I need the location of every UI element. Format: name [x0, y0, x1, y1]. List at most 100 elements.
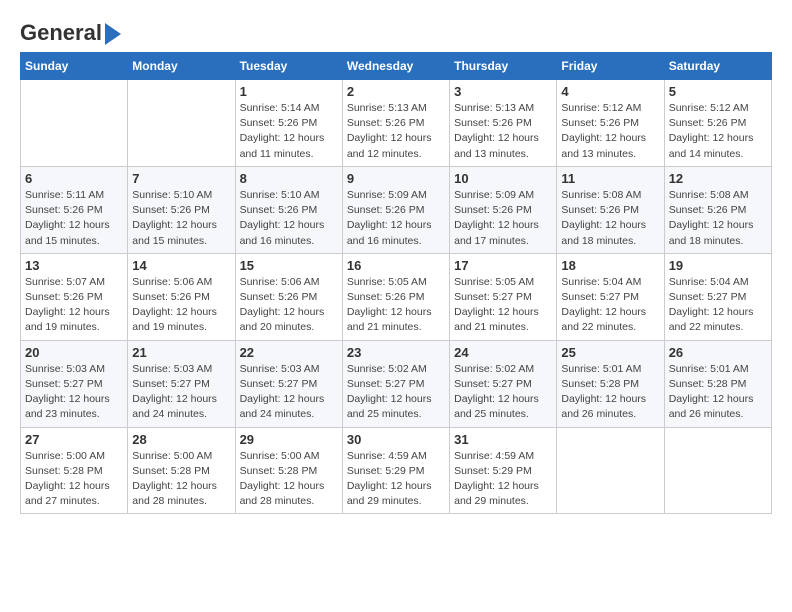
day-number: 27 — [25, 432, 123, 447]
day-cell-21: 21 Sunrise: 5:03 AM Sunset: 5:27 PM Dayli… — [128, 340, 235, 427]
weekday-header-monday: Monday — [128, 53, 235, 80]
day-number: 9 — [347, 171, 445, 186]
day-info: Sunrise: 5:05 AM Sunset: 5:27 PM Dayligh… — [454, 275, 552, 336]
day-cell-16: 16 Sunrise: 5:05 AM Sunset: 5:26 PM Dayli… — [342, 253, 449, 340]
day-number: 26 — [669, 345, 767, 360]
day-info: Sunrise: 5:03 AM Sunset: 5:27 PM Dayligh… — [25, 362, 123, 423]
weekday-header-thursday: Thursday — [450, 53, 557, 80]
weekday-header-saturday: Saturday — [664, 53, 771, 80]
day-cell-23: 23 Sunrise: 5:02 AM Sunset: 5:27 PM Dayli… — [342, 340, 449, 427]
day-number: 24 — [454, 345, 552, 360]
day-info: Sunrise: 5:02 AM Sunset: 5:27 PM Dayligh… — [347, 362, 445, 423]
day-cell-13: 13 Sunrise: 5:07 AM Sunset: 5:26 PM Dayli… — [21, 253, 128, 340]
day-info: Sunrise: 5:01 AM Sunset: 5:28 PM Dayligh… — [561, 362, 659, 423]
week-row-2: 6 Sunrise: 5:11 AM Sunset: 5:26 PM Daylig… — [21, 166, 772, 253]
logo-arrow-icon — [105, 23, 121, 45]
empty-cell — [557, 427, 664, 514]
calendar: SundayMondayTuesdayWednesdayThursdayFrid… — [20, 52, 772, 514]
empty-cell — [128, 80, 235, 167]
day-number: 19 — [669, 258, 767, 273]
day-number: 5 — [669, 84, 767, 99]
day-info: Sunrise: 5:13 AM Sunset: 5:26 PM Dayligh… — [454, 101, 552, 162]
logo-general-text: General — [20, 20, 102, 46]
day-info: Sunrise: 5:10 AM Sunset: 5:26 PM Dayligh… — [132, 188, 230, 249]
day-cell-30: 30Sunrise: 4:59 AM Sunset: 5:29 PM Dayli… — [342, 427, 449, 514]
day-number: 2 — [347, 84, 445, 99]
day-cell-7: 7Sunrise: 5:10 AM Sunset: 5:26 PM Daylig… — [128, 166, 235, 253]
day-info: Sunrise: 5:08 AM Sunset: 5:26 PM Dayligh… — [669, 188, 767, 249]
logo: General — [20, 20, 121, 42]
day-number: 29 — [240, 432, 338, 447]
day-cell-1: 1 Sunrise: 5:14 AM Sunset: 5:26 PM Daylig… — [235, 80, 342, 167]
weekday-header-tuesday: Tuesday — [235, 53, 342, 80]
day-info: Sunrise: 5:06 AM Sunset: 5:26 PM Dayligh… — [240, 275, 338, 336]
weekday-header-sunday: Sunday — [21, 53, 128, 80]
weekday-header-row: SundayMondayTuesdayWednesdayThursdayFrid… — [21, 53, 772, 80]
week-row-3: 13 Sunrise: 5:07 AM Sunset: 5:26 PM Dayli… — [21, 253, 772, 340]
day-cell-6: 6 Sunrise: 5:11 AM Sunset: 5:26 PM Daylig… — [21, 166, 128, 253]
day-info: Sunrise: 5:04 AM Sunset: 5:27 PM Dayligh… — [561, 275, 659, 336]
day-number: 10 — [454, 171, 552, 186]
weekday-header-wednesday: Wednesday — [342, 53, 449, 80]
day-info: Sunrise: 4:59 AM Sunset: 5:29 PM Dayligh… — [347, 449, 445, 510]
day-cell-2: 2 Sunrise: 5:13 AM Sunset: 5:26 PM Daylig… — [342, 80, 449, 167]
header: General — [20, 20, 772, 42]
day-info: Sunrise: 5:00 AM Sunset: 5:28 PM Dayligh… — [240, 449, 338, 510]
day-cell-11: 11 Sunrise: 5:08 AM Sunset: 5:26 PM Dayli… — [557, 166, 664, 253]
day-info: Sunrise: 5:09 AM Sunset: 5:26 PM Dayligh… — [347, 188, 445, 249]
day-cell-14: 14Sunrise: 5:06 AM Sunset: 5:26 PM Dayli… — [128, 253, 235, 340]
day-number: 13 — [25, 258, 123, 273]
day-cell-12: 12 Sunrise: 5:08 AM Sunset: 5:26 PM Dayli… — [664, 166, 771, 253]
day-cell-9: 9 Sunrise: 5:09 AM Sunset: 5:26 PM Daylig… — [342, 166, 449, 253]
day-cell-20: 20 Sunrise: 5:03 AM Sunset: 5:27 PM Dayli… — [21, 340, 128, 427]
day-number: 22 — [240, 345, 338, 360]
day-cell-28: 28 Sunrise: 5:00 AM Sunset: 5:28 PM Dayli… — [128, 427, 235, 514]
day-number: 23 — [347, 345, 445, 360]
day-info: Sunrise: 5:00 AM Sunset: 5:28 PM Dayligh… — [132, 449, 230, 510]
day-number: 4 — [561, 84, 659, 99]
day-cell-3: 3 Sunrise: 5:13 AM Sunset: 5:26 PM Daylig… — [450, 80, 557, 167]
day-cell-19: 19 Sunrise: 5:04 AM Sunset: 5:27 PM Dayli… — [664, 253, 771, 340]
day-number: 1 — [240, 84, 338, 99]
day-info: Sunrise: 5:05 AM Sunset: 5:26 PM Dayligh… — [347, 275, 445, 336]
day-number: 3 — [454, 84, 552, 99]
day-cell-5: 5Sunrise: 5:12 AM Sunset: 5:26 PM Daylig… — [664, 80, 771, 167]
day-cell-8: 8Sunrise: 5:10 AM Sunset: 5:26 PM Daylig… — [235, 166, 342, 253]
day-info: Sunrise: 5:11 AM Sunset: 5:26 PM Dayligh… — [25, 188, 123, 249]
day-info: Sunrise: 5:04 AM Sunset: 5:27 PM Dayligh… — [669, 275, 767, 336]
day-number: 12 — [669, 171, 767, 186]
day-info: Sunrise: 5:03 AM Sunset: 5:27 PM Dayligh… — [132, 362, 230, 423]
week-row-5: 27 Sunrise: 5:00 AM Sunset: 5:28 PM Dayli… — [21, 427, 772, 514]
day-number: 16 — [347, 258, 445, 273]
day-cell-29: 29 Sunrise: 5:00 AM Sunset: 5:28 PM Dayli… — [235, 427, 342, 514]
day-number: 11 — [561, 171, 659, 186]
day-number: 6 — [25, 171, 123, 186]
day-number: 20 — [25, 345, 123, 360]
day-number: 25 — [561, 345, 659, 360]
day-info: Sunrise: 5:03 AM Sunset: 5:27 PM Dayligh… — [240, 362, 338, 423]
day-cell-18: 18 Sunrise: 5:04 AM Sunset: 5:27 PM Dayli… — [557, 253, 664, 340]
day-number: 28 — [132, 432, 230, 447]
empty-cell — [21, 80, 128, 167]
day-info: Sunrise: 5:09 AM Sunset: 5:26 PM Dayligh… — [454, 188, 552, 249]
day-info: Sunrise: 5:14 AM Sunset: 5:26 PM Dayligh… — [240, 101, 338, 162]
day-cell-10: 10 Sunrise: 5:09 AM Sunset: 5:26 PM Dayli… — [450, 166, 557, 253]
day-number: 15 — [240, 258, 338, 273]
day-number: 14 — [132, 258, 230, 273]
day-cell-26: 26Sunrise: 5:01 AM Sunset: 5:28 PM Dayli… — [664, 340, 771, 427]
day-info: Sunrise: 4:59 AM Sunset: 5:29 PM Dayligh… — [454, 449, 552, 510]
day-cell-24: 24Sunrise: 5:02 AM Sunset: 5:27 PM Dayli… — [450, 340, 557, 427]
week-row-1: 1 Sunrise: 5:14 AM Sunset: 5:26 PM Daylig… — [21, 80, 772, 167]
empty-cell — [664, 427, 771, 514]
day-cell-27: 27 Sunrise: 5:00 AM Sunset: 5:28 PM Dayli… — [21, 427, 128, 514]
day-cell-31: 31Sunrise: 4:59 AM Sunset: 5:29 PM Dayli… — [450, 427, 557, 514]
day-number: 21 — [132, 345, 230, 360]
day-info: Sunrise: 5:13 AM Sunset: 5:26 PM Dayligh… — [347, 101, 445, 162]
weekday-header-friday: Friday — [557, 53, 664, 80]
day-info: Sunrise: 5:07 AM Sunset: 5:26 PM Dayligh… — [25, 275, 123, 336]
day-info: Sunrise: 5:00 AM Sunset: 5:28 PM Dayligh… — [25, 449, 123, 510]
day-info: Sunrise: 5:08 AM Sunset: 5:26 PM Dayligh… — [561, 188, 659, 249]
day-number: 18 — [561, 258, 659, 273]
day-cell-4: 4 Sunrise: 5:12 AM Sunset: 5:26 PM Daylig… — [557, 80, 664, 167]
day-info: Sunrise: 5:12 AM Sunset: 5:26 PM Dayligh… — [561, 101, 659, 162]
